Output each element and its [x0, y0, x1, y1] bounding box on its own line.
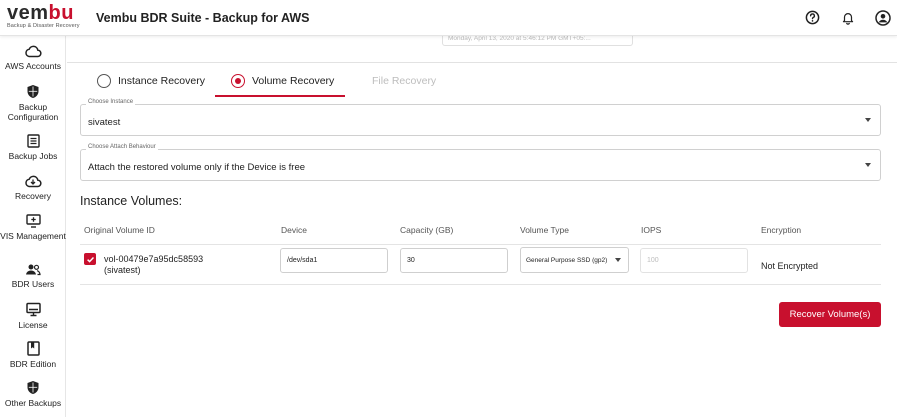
- column-header: IOPS: [641, 225, 662, 235]
- chevron-down-icon: [865, 163, 871, 167]
- iops-input[interactable]: 100: [640, 248, 748, 273]
- field-value: Attach the restored volume only if the D…: [88, 162, 306, 173]
- top-bar: vembu Backup & Disaster Recovery Vembu B…: [0, 0, 897, 36]
- column-header: Original Volume ID: [84, 225, 155, 235]
- active-tab-indicator: [215, 95, 345, 97]
- capacity-input[interactable]: 30: [400, 248, 508, 273]
- sidebar-item-label: License: [18, 320, 48, 330]
- column-header: Device: [281, 225, 307, 235]
- vembu-logo[interactable]: vembu Backup & Disaster Recovery: [7, 2, 80, 33]
- field-value: sivatest: [88, 117, 121, 128]
- divider: [80, 284, 881, 285]
- divider: [80, 244, 881, 245]
- logo-text-accent: bu: [48, 2, 74, 24]
- shield-icon: [27, 381, 39, 394]
- tab-instance-recovery[interactable]: Instance Recovery: [97, 66, 205, 96]
- sidebar-item-backup-configuration[interactable]: Backup Configuration: [0, 84, 66, 122]
- sidebar-item-bdr-users[interactable]: BDR Users: [0, 263, 66, 289]
- column-header: Volume Type: [520, 225, 569, 235]
- logo-tagline: Backup & Disaster Recovery: [7, 23, 80, 29]
- field-label: Choose Instance: [86, 99, 136, 105]
- cloud-download-icon: [25, 175, 42, 188]
- sidebar-item-backup-jobs[interactable]: Backup Jobs: [0, 134, 66, 161]
- column-header: Capacity (GB): [400, 225, 454, 235]
- help-icon[interactable]: [804, 9, 821, 26]
- sidebar-item-aws-accounts[interactable]: AWS Accounts: [0, 44, 66, 71]
- main-content: Monday, April 13, 2020 at 5:46:12 PM GMT…: [67, 32, 897, 417]
- radio-unselected[interactable]: [97, 74, 111, 88]
- desktop-icon: [25, 302, 41, 317]
- tab-label: Volume Recovery: [252, 75, 335, 87]
- logo-text: vem: [7, 2, 49, 24]
- encryption-status: Not Encrypted: [761, 261, 819, 271]
- list-icon: [26, 134, 40, 148]
- recover-volumes-button[interactable]: Recover Volume(s): [779, 302, 881, 327]
- select-value: General Purpose SSD (gp2): [526, 257, 608, 264]
- sidebar-item-label: VIS Management: [0, 231, 66, 241]
- bell-icon[interactable]: [839, 9, 856, 26]
- sidebar-item-label: BDR Users: [11, 279, 55, 289]
- sidebar-item-label: BDR Edition: [9, 359, 57, 369]
- sidebar-item-license[interactable]: License: [0, 302, 66, 330]
- sidebar: AWS Accounts Backup Configuration Backup…: [0, 36, 66, 417]
- divider: [67, 62, 897, 63]
- attach-behaviour-select[interactable]: Choose Attach Behaviour Attach the resto…: [80, 144, 881, 181]
- chevron-down-icon: [615, 258, 621, 262]
- sidebar-item-vis-management[interactable]: VIS Management: [0, 214, 66, 241]
- sidebar-item-label: Recovery: [15, 191, 51, 201]
- choose-instance-select[interactable]: Choose Instance sivatest: [80, 99, 881, 136]
- sidebar-item-recovery[interactable]: Recovery: [0, 174, 66, 201]
- cloud-icon: [25, 45, 42, 58]
- shield-icon: [27, 85, 39, 98]
- volume-type-select[interactable]: General Purpose SSD (gp2): [520, 247, 629, 273]
- tab-label: File Recovery: [372, 75, 437, 87]
- field-label: Choose Attach Behaviour: [86, 144, 158, 150]
- section-title: Instance Volumes:: [80, 194, 183, 208]
- table-row: vol-00479e7a95dc58593 (sivatest): [104, 254, 203, 276]
- sidebar-item-label: Backup Configuration: [7, 102, 59, 122]
- sidebar-item-other-backups[interactable]: Other Backups: [0, 380, 66, 408]
- check-icon: [86, 256, 94, 263]
- sidebar-item-bdr-edition[interactable]: BDR Edition: [0, 341, 66, 369]
- volume-id: vol-00479e7a95dc58593: [104, 254, 204, 264]
- volume-instance: (sivatest): [104, 265, 141, 275]
- row-checkbox[interactable]: [84, 253, 96, 265]
- app-title: Vembu BDR Suite - Backup for AWS: [96, 11, 310, 25]
- sidebar-item-label: Backup Jobs: [8, 151, 58, 161]
- users-icon: [26, 264, 41, 276]
- radio-selected[interactable]: [231, 74, 245, 88]
- column-header: Encryption: [761, 225, 802, 235]
- account-icon[interactable]: [874, 9, 891, 26]
- tab-volume-recovery[interactable]: Volume Recovery: [231, 66, 334, 96]
- tab-file-recovery[interactable]: File Recovery: [372, 66, 436, 96]
- monitor-plus-icon: [25, 214, 41, 228]
- sidebar-item-label: Other Backups: [4, 398, 62, 408]
- bookmark-icon: [26, 341, 40, 356]
- device-input[interactable]: /dev/sda1: [280, 248, 388, 273]
- chevron-down-icon: [865, 118, 871, 122]
- sidebar-item-label: AWS Accounts: [5, 61, 61, 71]
- header-actions: [804, 9, 891, 26]
- tab-label: Instance Recovery: [118, 75, 205, 87]
